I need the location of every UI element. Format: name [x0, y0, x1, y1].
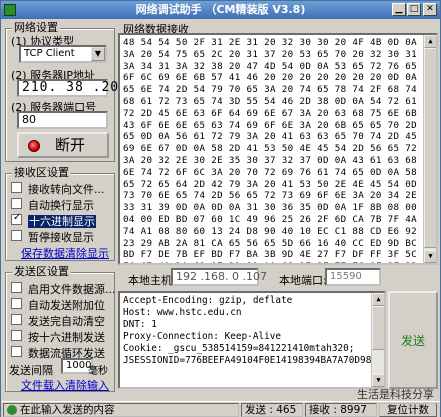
local-host-label: 本地主机:	[128, 274, 176, 287]
auto-wrap-checkbox[interactable]	[11, 198, 22, 209]
local-port-label: 本地端口:	[279, 274, 327, 287]
reset-count-button[interactable]: 复位计数	[379, 403, 437, 417]
hex-line: 65 72 65 64 2D 42 79 3A 20 41 53 50 2E 4…	[123, 178, 434, 190]
clear-display-link[interactable]: 清除显示	[65, 245, 109, 261]
scroll-thumb[interactable]	[424, 48, 436, 248]
hex-display-checkbox[interactable]	[11, 212, 22, 225]
title-bar: 网络调试助手 （CM精装版 V3.8) ▁ □ ✕	[1, 1, 440, 19]
local-host-input: 192 .168. 0 .107	[171, 268, 267, 286]
receive-settings-label: 接收区设置	[12, 166, 71, 179]
hex-line: 48 54 54 50 2F 31 2E 31 20 32 30 30 20 4…	[123, 37, 434, 48]
hex-line: 43 6F 6E 6E 65 63 74 69 6F 6E 3A 20 6B 6…	[123, 119, 434, 131]
watermark: 生活是科技分享	[357, 388, 434, 401]
status-green-icon	[7, 405, 17, 415]
file-source-checkbox[interactable]	[11, 282, 22, 293]
status-led-icon	[28, 140, 40, 152]
append-bits-label: 自动发送附加位	[28, 299, 105, 312]
send-scroll-thumb[interactable]	[372, 306, 384, 350]
minimize-button[interactable]: ▁	[392, 3, 406, 16]
pause-display-label: 暂停接收显示	[28, 231, 94, 244]
received-count: 接收 : 8997	[305, 403, 377, 417]
status-text: 在此输入发送的内容	[20, 404, 115, 416]
local-port-input: 15590	[325, 268, 381, 286]
interval-label: 发送间隔	[9, 364, 53, 377]
hex-line: 6E 74 72 6F 6C 3A 20 70 72 69 76 61 74 6…	[123, 166, 434, 178]
recv-to-file-checkbox[interactable]	[11, 182, 22, 193]
hex-line: 72 2D 45 6E 63 6F 64 69 6E 67 3A 20 63 6…	[123, 107, 434, 119]
receive-scrollbar[interactable]: ▲ ▼	[423, 35, 436, 263]
send-line: JSESSIONID=776BEEFA49104F0E14198394BA7A7…	[123, 355, 372, 366]
hex-line: 3A 20 32 2E 30 2E 35 30 37 32 37 0D 0A 4…	[123, 154, 434, 166]
hex-display-label: 十六进制显示	[28, 215, 96, 228]
window-title: 网络调试助手 （CM精装版 V3.8)	[135, 3, 306, 16]
send-scrollbar[interactable]: ▲ ▼	[371, 293, 384, 387]
app-window: 网络调试助手 （CM精装版 V3.8) ▁ □ ✕ 网络设置 (1) 协议类型 …	[0, 0, 441, 417]
receive-textarea[interactable]: 48 54 54 50 2F 31 2E 31 20 32 30 30 20 4…	[118, 33, 438, 265]
hex-line: F6 CE 4A DA C9 9E 21 80 AA C8 1F 3F 7E 7…	[123, 261, 434, 263]
maximize-button[interactable]: □	[407, 3, 421, 16]
hex-line: 69 6E 67 0D 0A 58 2D 41 53 50 4E 45 54 2…	[123, 143, 434, 155]
send-settings-label: 发送区设置	[12, 265, 71, 278]
protocol-select[interactable]: TCP Client ▼	[19, 45, 107, 63]
send-button[interactable]: 发送	[388, 291, 438, 389]
save-data-link[interactable]: 保存数据	[21, 245, 65, 261]
hex-dump: 48 54 54 50 2F 31 2E 31 20 32 30 30 20 4…	[120, 35, 436, 263]
protocol-value: TCP Client	[24, 48, 75, 59]
hex-line: 65 6E 74 2D 54 79 70 65 3A 20 74 65 78 7…	[123, 84, 434, 96]
auto-clear-checkbox[interactable]	[11, 314, 22, 325]
send-line: DNT: 1	[123, 319, 157, 330]
send-data: Accept-Encoding: gzip, deflate Host: www.…	[120, 293, 384, 369]
hex-send-checkbox[interactable]	[11, 330, 22, 341]
send-scroll-up-icon[interactable]: ▲	[372, 293, 384, 306]
file-source-label: 启用文件数据源...	[28, 283, 116, 296]
file-load-link[interactable]: 文件载入	[21, 377, 65, 393]
status-bar: 在此输入发送的内容 发送 : 465 接收 : 8997 复位计数	[1, 401, 440, 417]
hex-line: 6F 6C 69 6E 6B 57 41 46 20 20 20 20 20 2…	[123, 72, 434, 84]
interval-unit: 毫秒	[88, 366, 108, 377]
hex-line: 74 A1 08 80 60 13 24 D8 90 40 10 EC C1 8…	[123, 225, 434, 237]
hex-line: 33 31 39 0D 0A 0D 0A 31 30 36 35 0D 0A 1…	[123, 202, 434, 214]
send-line: Accept-Encoding: gzip, deflate	[123, 295, 293, 306]
append-bits-checkbox[interactable]	[11, 298, 22, 309]
sent-count: 发送 : 465	[241, 403, 303, 417]
hex-send-label: 按十六进制发送	[28, 331, 105, 344]
hex-line: 3A 34 31 3A 32 38 20 47 4D 54 0D 0A 53 6…	[123, 60, 434, 72]
hex-line: 04 00 ED BD 07 60 1C 49 96 25 26 2F 6D C…	[123, 213, 434, 225]
status-text-panel: 在此输入发送的内容	[3, 403, 239, 417]
scroll-up-icon[interactable]: ▲	[424, 35, 436, 48]
chevron-down-icon[interactable]: ▼	[91, 47, 105, 61]
recv-to-file-label: 接收转向文件...	[28, 183, 105, 196]
scroll-down-icon[interactable]: ▼	[424, 250, 436, 263]
disconnect-label: 断开	[55, 136, 86, 154]
server-port-input[interactable]: 80	[17, 111, 108, 129]
disconnect-button[interactable]: 断开	[17, 132, 109, 158]
send-line: Host: www.hstc.edu.cn	[123, 307, 242, 318]
hex-line: BD F7 DE 7B EF BD F7 BA 3B 9D 4E 27 F7 D…	[123, 249, 434, 261]
clear-input-link[interactable]: 清除输入	[65, 377, 109, 393]
send-textarea[interactable]: Accept-Encoding: gzip, deflate Host: www.…	[118, 291, 386, 389]
hex-line: 23 29 AB 2A 81 CA 65 56 65 5D 66 16 40 C…	[123, 237, 434, 249]
pause-display-checkbox[interactable]	[11, 230, 22, 241]
hex-line: 73 70 6E 65 74 2D 56 65 72 73 69 6F 6E 3…	[123, 190, 434, 202]
auto-wrap-label: 自动换行显示	[28, 199, 94, 212]
send-line: Proxy-Connection: Keep-Alive	[123, 331, 282, 342]
auto-clear-label: 发送完自动清空	[28, 315, 105, 328]
close-button[interactable]: ✕	[423, 3, 437, 16]
server-ip-input[interactable]: 210. 38 .208 .133	[17, 79, 171, 97]
hex-line: 68 61 72 73 65 74 3D 55 54 46 2D 38 0D 0…	[123, 95, 434, 107]
hex-line: 65 0D 0A 56 61 72 79 3A 20 41 63 63 65 7…	[123, 131, 434, 143]
loop-send-checkbox[interactable]	[11, 346, 22, 357]
send-line: Cookie: _gscu_538514159=841221410mtah320…	[123, 343, 355, 354]
hex-line: 3A 20 54 75 65 2C 20 31 37 20 53 65 70 2…	[123, 48, 434, 60]
